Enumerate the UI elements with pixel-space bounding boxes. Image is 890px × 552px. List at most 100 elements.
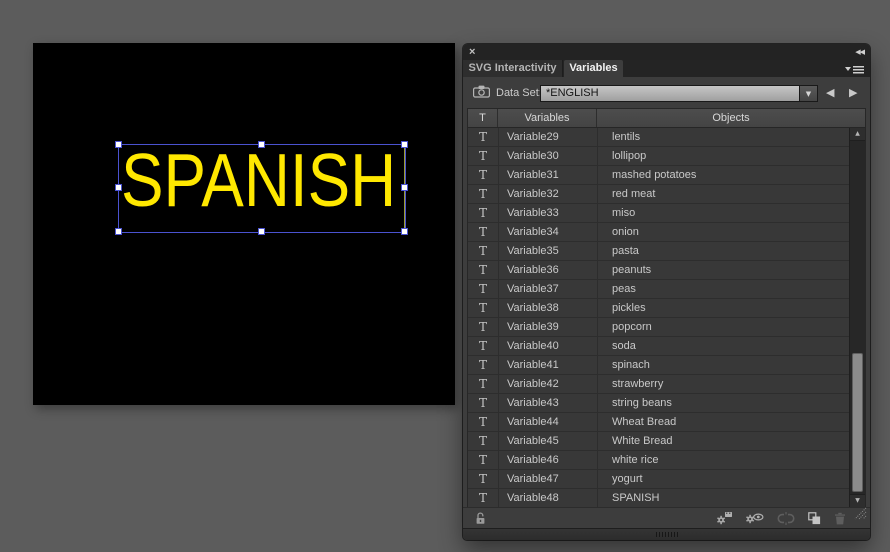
row-variable-name: Variable35 <box>499 242 598 260</box>
previous-data-set-button[interactable]: ◀ <box>826 86 834 100</box>
table-row[interactable]: T Variable43 string beans <box>468 394 849 413</box>
row-type-icon: T <box>468 128 499 146</box>
row-type-icon: T <box>468 413 499 431</box>
row-type-icon: T <box>468 337 499 355</box>
variables-panel: × ◀◀ SVG Interactivity Variables Data Se… <box>463 44 870 540</box>
table-row[interactable]: T Variable30 lollipop <box>468 147 849 166</box>
table-row[interactable]: T Variable46 white rice <box>468 451 849 470</box>
selection-bounding-box <box>118 144 406 233</box>
row-object-value: SPANISH <box>612 492 660 504</box>
row-variable-name: Variable43 <box>499 394 598 412</box>
artboard[interactable]: SPANISH <box>33 43 455 405</box>
row-object-value: White Bread <box>612 435 673 447</box>
delete-variable-icon[interactable] <box>834 512 846 530</box>
row-object-value: onion <box>612 226 639 238</box>
drag-grip-dots-icon <box>655 532 678 537</box>
close-icon[interactable]: × <box>469 45 475 59</box>
table-row[interactable]: T Variable39 popcorn <box>468 318 849 337</box>
row-type-icon: T <box>468 432 499 450</box>
scrollbar-thumb[interactable] <box>852 353 863 492</box>
panel-status-bar <box>463 507 870 528</box>
selection-handle-top-right[interactable] <box>401 141 408 148</box>
row-object-value: peanuts <box>612 264 652 276</box>
table-row[interactable]: T Variable48 SPANISH <box>468 489 849 507</box>
scrollbar[interactable]: ▲ ▼ <box>849 128 865 507</box>
row-object-value: spinach <box>612 359 650 371</box>
selection-handle-bottom-right[interactable] <box>401 228 408 235</box>
row-object-value: red meat <box>612 188 656 200</box>
row-type-icon: T <box>468 375 499 393</box>
table-row[interactable]: T Variable31 mashed potatoes <box>468 166 849 185</box>
scroll-up-icon[interactable]: ▲ <box>850 128 865 141</box>
selection-handle-top-mid[interactable] <box>258 141 265 148</box>
selection-handle-top-left[interactable] <box>115 141 122 148</box>
variables-list: T Variable29 lentils T Variable30 lollip… <box>468 128 849 507</box>
row-object-value: mashed potatoes <box>612 169 697 181</box>
panel-title-bar[interactable]: × ◀◀ <box>463 44 870 60</box>
table-row[interactable]: T Variable34 onion <box>468 223 849 242</box>
row-type-icon: T <box>468 299 499 317</box>
selection-handle-mid-right[interactable] <box>401 184 408 191</box>
row-object-value: lollipop <box>612 150 647 162</box>
data-set-dropdown-button[interactable]: ▼ <box>800 85 818 102</box>
row-variable-name: Variable48 <box>499 489 598 507</box>
row-variable-name: Variable31 <box>499 166 598 184</box>
row-object-value: string beans <box>612 397 672 409</box>
table-row[interactable]: T Variable37 peas <box>468 280 849 299</box>
row-variable-name: Variable44 <box>499 413 598 431</box>
tab-variables[interactable]: Variables <box>564 60 623 77</box>
table-body-wrap: T Variable29 lentils T Variable30 lollip… <box>468 128 865 507</box>
capture-data-set-camera-icon[interactable] <box>473 85 491 103</box>
row-variable-name: Variable30 <box>499 147 598 165</box>
row-type-icon: T <box>468 166 499 184</box>
selection-handle-bottom-left[interactable] <box>115 228 122 235</box>
row-type-icon: T <box>468 318 499 336</box>
selection-handle-mid-left[interactable] <box>115 184 122 191</box>
table-row[interactable]: T Variable32 red meat <box>468 185 849 204</box>
tab-svg-interactivity[interactable]: SVG Interactivity <box>463 60 563 77</box>
row-variable-name: Variable46 <box>499 451 598 469</box>
column-header-type[interactable]: T <box>468 109 498 127</box>
row-type-icon: T <box>468 185 499 203</box>
table-row[interactable]: T Variable47 yogurt <box>468 470 849 489</box>
table-row[interactable]: T Variable42 strawberry <box>468 375 849 394</box>
data-set-label: Data Set: <box>496 87 542 99</box>
unbind-variable-icon[interactable] <box>777 511 795 530</box>
panel-menu-icon[interactable] <box>845 63 865 75</box>
table-row[interactable]: T Variable35 pasta <box>468 242 849 261</box>
row-variable-name: Variable41 <box>499 356 598 374</box>
collapse-to-icons-icon[interactable]: ◀◀ <box>855 47 865 57</box>
panel-bottom-drag-bar[interactable] <box>463 528 870 540</box>
next-data-set-button[interactable]: ▶ <box>849 86 857 100</box>
scroll-down-icon[interactable]: ▼ <box>850 494 865 507</box>
new-variable-icon[interactable] <box>808 511 821 530</box>
table-header: T Variables Objects <box>468 109 865 128</box>
panel-resize-grip-icon[interactable] <box>854 507 867 525</box>
row-variable-name: Variable40 <box>499 337 598 355</box>
column-header-variables[interactable]: Variables <box>498 109 597 127</box>
table-row[interactable]: T Variable36 peanuts <box>468 261 849 280</box>
row-object-value: Wheat Bread <box>612 416 677 428</box>
row-object-value: miso <box>612 207 636 219</box>
selection-handle-bottom-mid[interactable] <box>258 228 265 235</box>
table-row[interactable]: T Variable41 spinach <box>468 356 849 375</box>
application-workspace: SPANISH × ◀◀ SVG Interactivity Variables <box>0 0 890 552</box>
table-row[interactable]: T Variable45 White Bread <box>468 432 849 451</box>
row-type-icon: T <box>468 451 499 469</box>
table-row[interactable]: T Variable29 lentils <box>468 128 849 147</box>
table-row[interactable]: T Variable44 Wheat Bread <box>468 413 849 432</box>
row-variable-name: Variable36 <box>499 261 598 279</box>
table-row[interactable]: T Variable33 miso <box>468 204 849 223</box>
row-object-value: pickles <box>612 302 646 314</box>
data-set-input[interactable]: *ENGLISH <box>540 85 800 102</box>
row-type-icon: T <box>468 147 499 165</box>
panel-tab-bar: SVG Interactivity Variables <box>463 60 870 77</box>
table-row[interactable]: T Variable40 soda <box>468 337 849 356</box>
row-type-icon: T <box>468 489 499 507</box>
variables-table: T Variables Objects T Variable29 lentils… <box>467 108 866 507</box>
row-variable-name: Variable33 <box>499 204 598 222</box>
column-header-objects[interactable]: Objects <box>597 109 865 127</box>
row-type-icon: T <box>468 223 499 241</box>
table-row[interactable]: T Variable38 pickles <box>468 299 849 318</box>
row-type-icon: T <box>468 394 499 412</box>
